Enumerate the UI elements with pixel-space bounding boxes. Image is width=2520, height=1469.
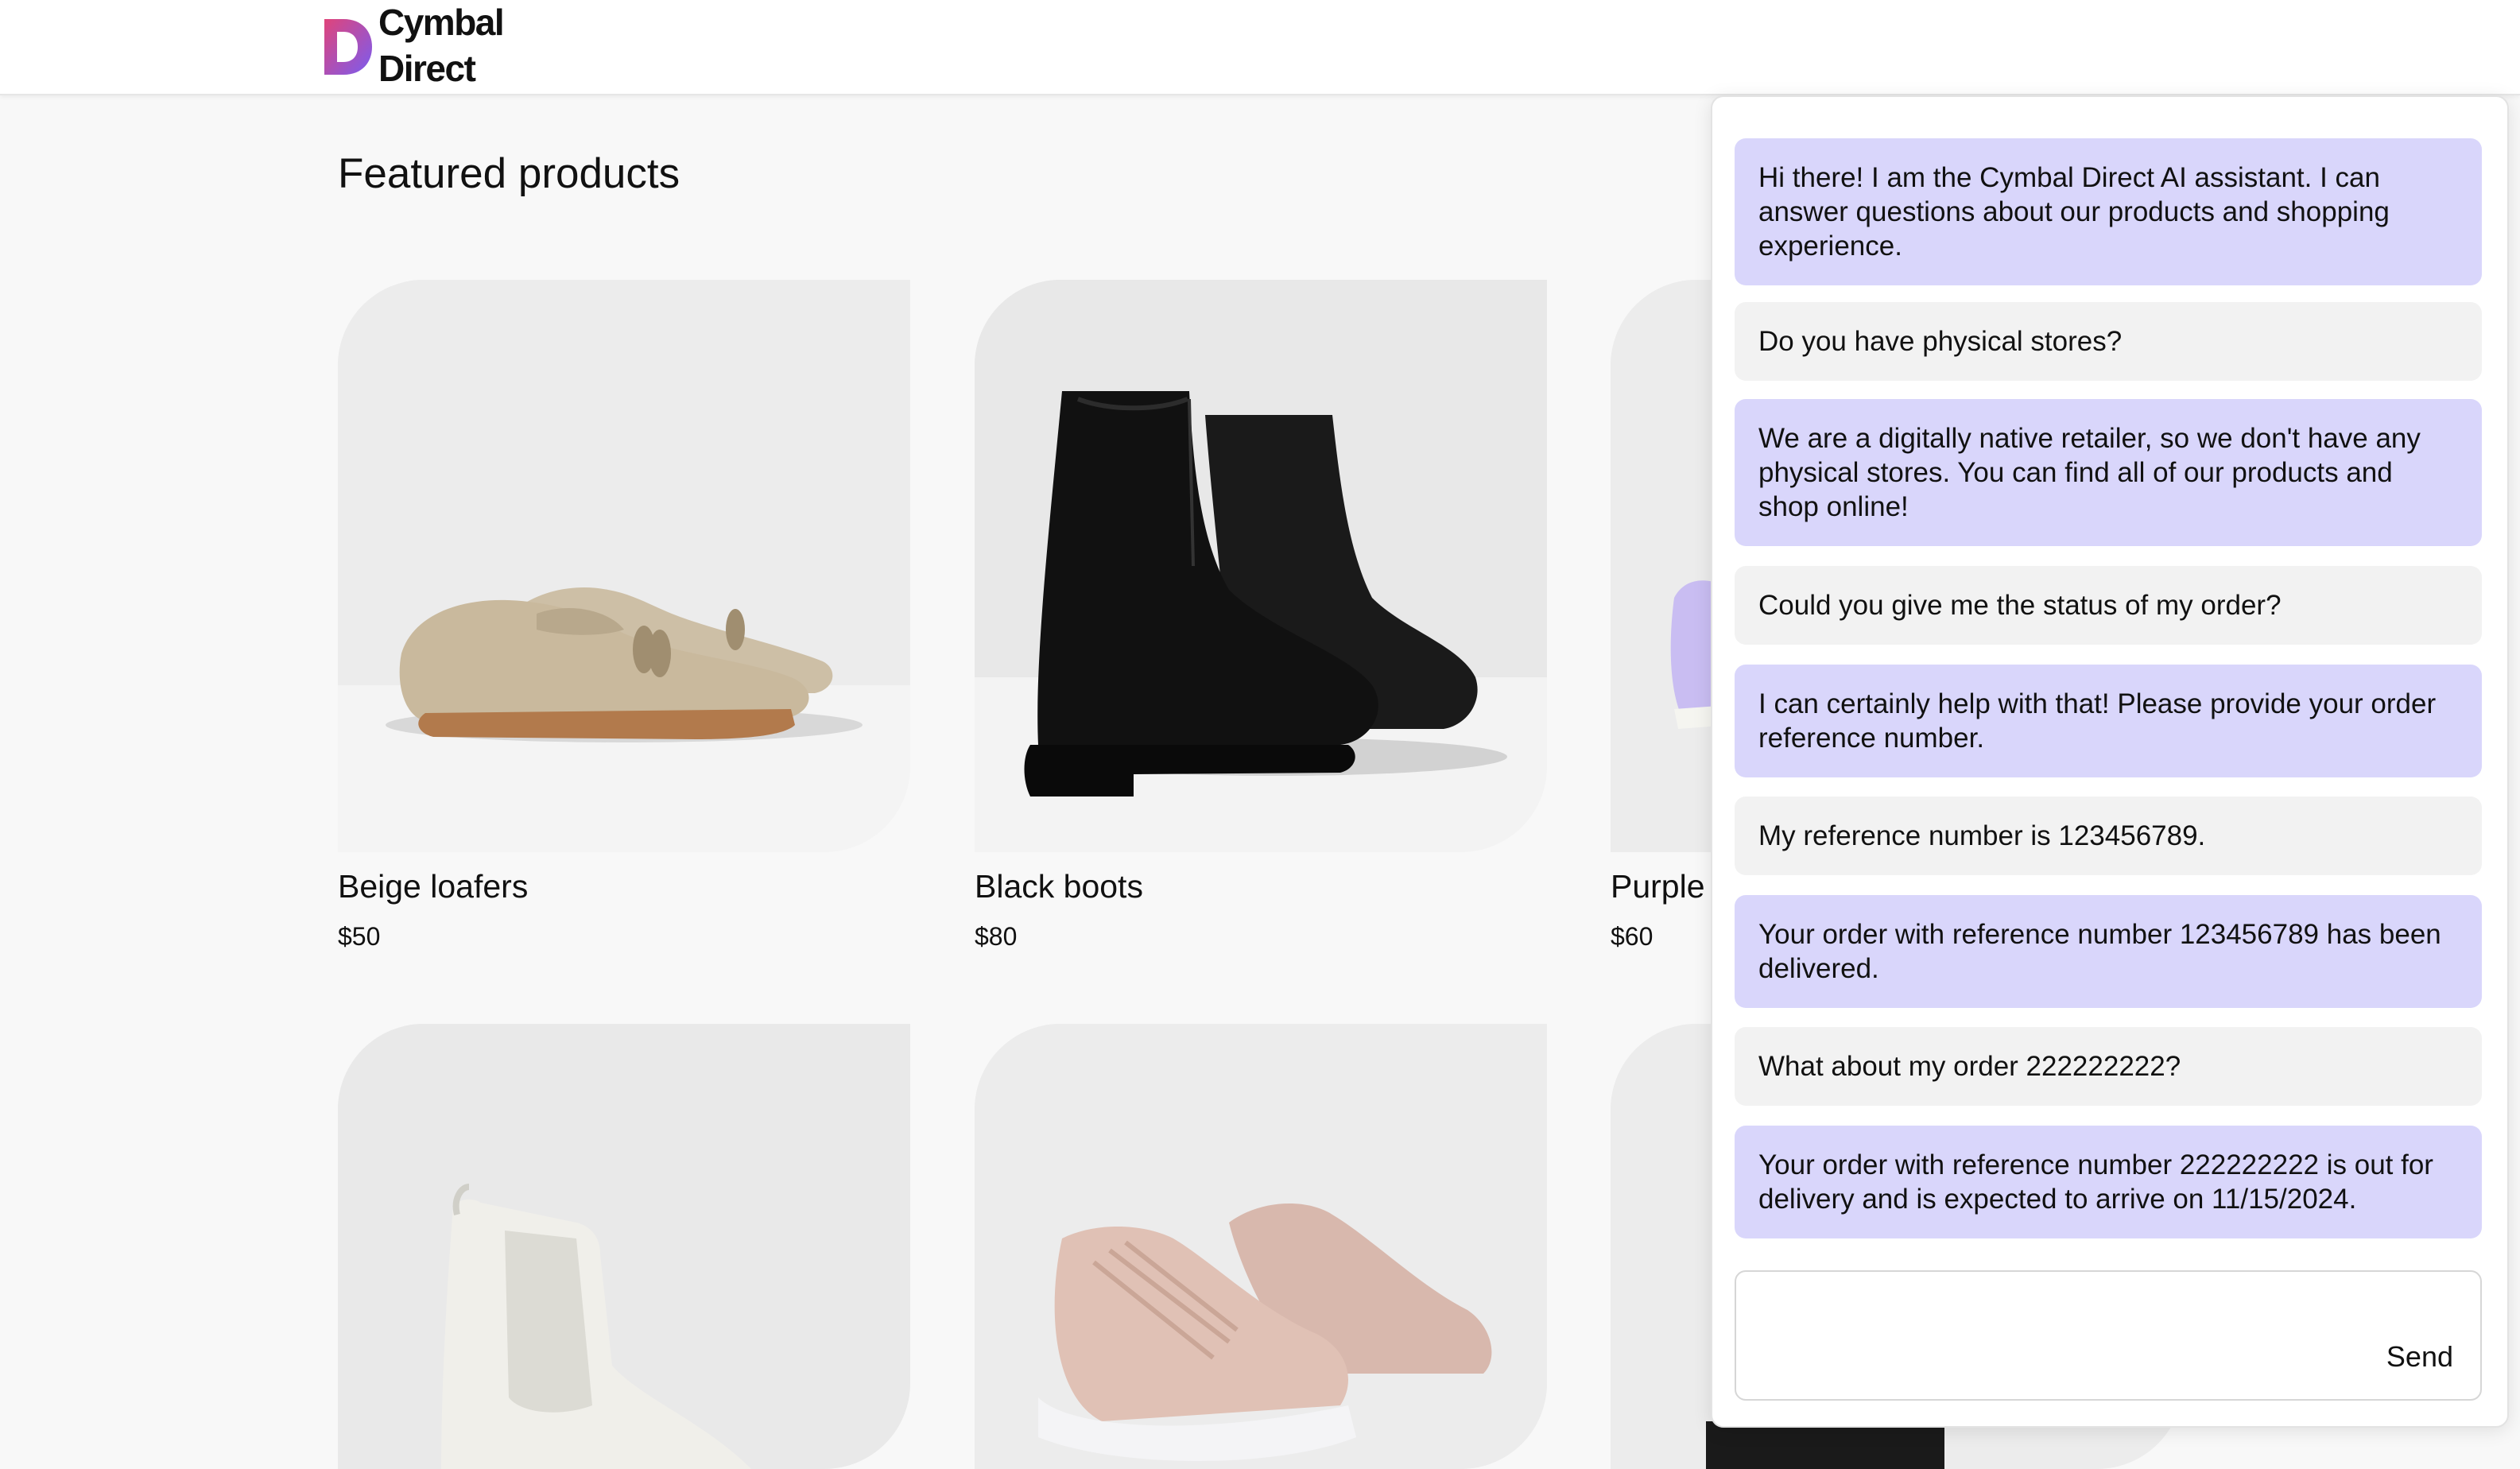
- product-card[interactable]: Beige loafers $50: [338, 280, 910, 951]
- product-card[interactable]: [975, 1024, 1547, 1469]
- assistant-message: Your order with reference number 2222222…: [1735, 1126, 2482, 1238]
- site-header: Cymbal Direct: [0, 0, 2520, 95]
- product-price: $60: [1611, 922, 1654, 951]
- product-card[interactable]: Black boots $80: [975, 280, 1547, 951]
- assistant-message: We are a digitally native retailer, so w…: [1735, 399, 2482, 546]
- product-image[interactable]: [338, 1024, 910, 1469]
- product-card[interactable]: [338, 1024, 910, 1469]
- black-boots-image: [975, 280, 1547, 852]
- product-image[interactable]: [338, 280, 910, 852]
- product-name[interactable]: Purple: [1611, 868, 1705, 905]
- product-image[interactable]: [975, 1024, 1547, 1469]
- assistant-message: Your order with reference number 1234567…: [1735, 895, 2482, 1008]
- logo-line-2: Direct: [378, 48, 476, 89]
- page-title: Featured products: [338, 150, 680, 197]
- product-name[interactable]: Black boots: [975, 868, 1143, 905]
- user-message: Do you have physical stores?: [1735, 302, 2482, 381]
- product-price: $80: [975, 922, 1018, 951]
- cymbal-direct-logo[interactable]: Cymbal Direct: [321, 2, 505, 89]
- assistant-message: Hi there! I am the Cymbal Direct AI assi…: [1735, 138, 2482, 285]
- user-message: My reference number is 123456789.: [1735, 797, 2482, 875]
- logo-wordmark: Cymbal Direct: [378, 1, 505, 93]
- user-message: What about my order 222222222?: [1735, 1027, 2482, 1106]
- chat-message-input[interactable]: [1750, 1283, 2358, 1390]
- logo-d-mark-icon: [324, 19, 372, 75]
- user-message: Could you give me the status of my order…: [1735, 566, 2482, 645]
- pink-sneakers-image: [975, 1024, 1547, 1469]
- logo-line-1: Cymbal: [378, 2, 505, 43]
- chat-input-box[interactable]: Send: [1735, 1270, 2482, 1401]
- white-chelsea-boot-image: [338, 1024, 910, 1469]
- chat-assistant-panel: Hi there! I am the Cymbal Direct AI assi…: [1711, 95, 2509, 1428]
- assistant-message: I can certainly help with that! Please p…: [1735, 665, 2482, 777]
- send-button[interactable]: Send: [2386, 1340, 2453, 1374]
- product-price: $50: [338, 922, 381, 951]
- beige-loafers-image: [338, 280, 910, 852]
- product-image[interactable]: [975, 280, 1547, 852]
- product-name[interactable]: Beige loafers: [338, 868, 528, 905]
